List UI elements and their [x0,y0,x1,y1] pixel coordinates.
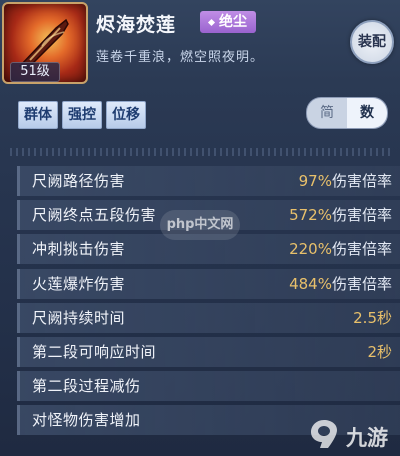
stat-name: 尺阙路径伤害 [32,172,126,190]
stat-name: 火莲爆炸伤害 [32,274,126,293]
nine-watermark: 九游 [306,416,396,452]
stat-value-unit: 伤害倍率 [331,206,392,225]
stat-row: 尺阙路径伤害 97%伤害倍率 [17,166,400,196]
toggle-number-option[interactable]: 数 [347,98,387,128]
skill-rarity-label: 绝尘 [219,14,247,30]
stat-value-number: 97% [298,172,332,190]
stat-value-unit: 伤害倍率 [331,172,392,190]
divider [10,148,390,156]
stat-name: 第二段过程减伤 [32,377,141,396]
9-logo-icon [311,420,337,448]
stat-value-number: 484% [289,274,332,293]
stat-row: 尺阙持续时间 2.5秒 [17,302,400,333]
stat-value-unit: 伤害倍率 [331,240,392,259]
stat-value-unit: 伤害倍率 [331,274,392,293]
stat-row: 第二段过程减伤 [17,371,400,402]
skill-name: 烬海焚莲 [96,14,177,36]
skill-description: 莲卷千重浪，燃空照夜明。 [96,50,265,65]
stat-value: 2.5秒 [353,307,392,328]
stat-value: 572%伤害倍率 [289,204,392,225]
skill-icon-frame: 51级 [2,2,88,84]
stat-value: 484%伤害倍率 [289,273,392,294]
category-tags: 群体 强控 位移 [18,101,146,129]
category-tag: 位移 [106,101,146,129]
stat-name: 尺阙持续时间 [32,308,126,327]
diamond-icon [207,18,216,26]
stat-value: 97%伤害倍率 [299,170,392,191]
php-watermark-text: php中文网 [166,217,234,232]
nine-watermark-text: 九游 [346,426,388,450]
stat-name: 第二段可响应时间 [32,342,157,361]
stat-value: 220%伤害倍率 [289,238,392,259]
stat-value-number: 2秒 [367,342,392,361]
stat-name: 对怪物伤害增加 [32,411,141,430]
php-watermark: php中文网 [160,210,240,240]
view-mode-toggle[interactable]: 简 数 [306,97,388,129]
category-tag: 强控 [62,101,102,129]
equip-button[interactable]: 装配 [350,20,394,64]
category-tag: 群体 [18,101,58,129]
stat-name: 冲刺挑击伤害 [32,240,126,259]
stat-row: 火莲爆炸伤害 484%伤害倍率 [17,268,400,299]
toggle-simple-option[interactable]: 简 [307,98,347,128]
stat-row: 第二段可响应时间 2秒 [17,336,400,367]
stat-value-number: 572% [289,206,332,225]
skill-level-badge: 51级 [10,62,60,82]
stat-value-number: 2.5秒 [353,308,392,327]
stat-value: 2秒 [367,341,392,362]
stat-value-number: 220% [289,240,332,259]
skill-rarity-tag: 绝尘 [200,11,256,33]
stat-name: 尺阙终点五段伤害 [32,206,157,225]
stats-list: 尺阙路径伤害 97%伤害倍率 尺阙终点五段伤害 572%伤害倍率 冲刺挑击伤害 … [17,166,400,440]
